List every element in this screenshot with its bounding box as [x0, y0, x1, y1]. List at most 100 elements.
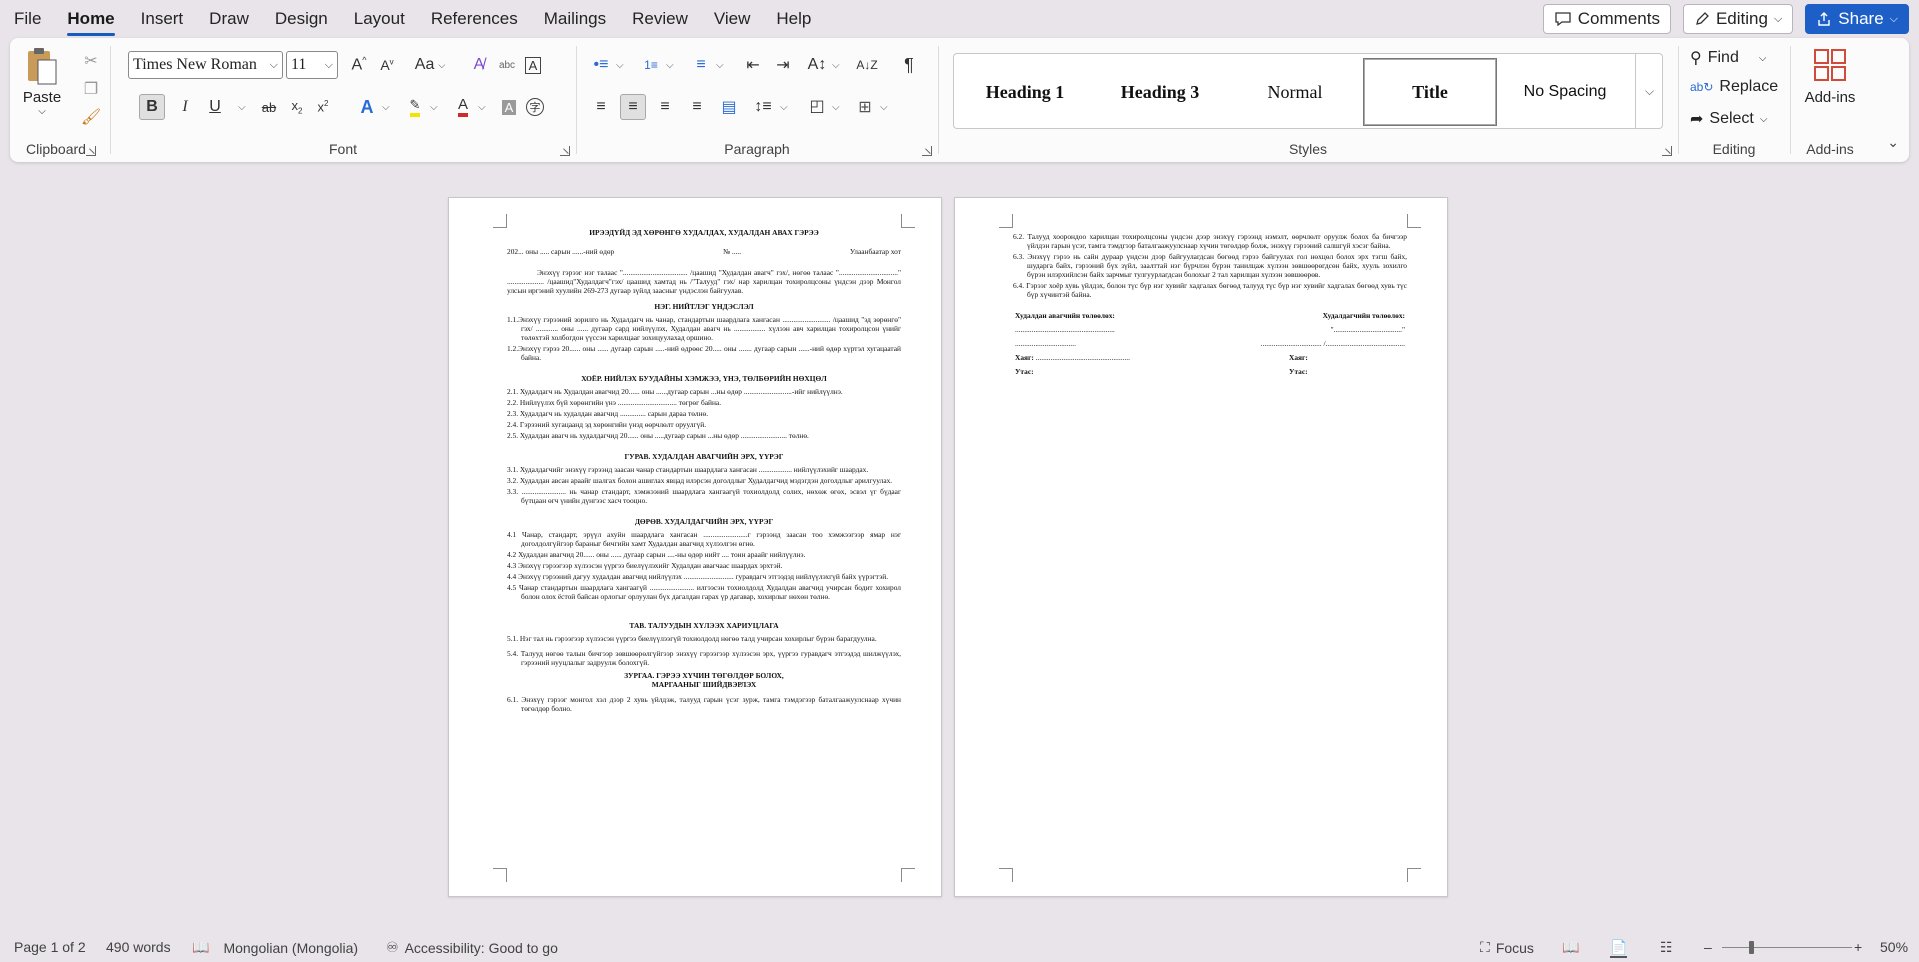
clause-5-4: 5.4. Талууд нөгөө талын бичгээр зөвшөөрө… [507, 649, 901, 667]
show-formatting-button[interactable]: ¶ [896, 52, 922, 78]
zoom-level[interactable]: 50% [1880, 939, 1908, 955]
comments-button[interactable]: Comments [1542, 4, 1671, 34]
cut-button[interactable]: ✂ [78, 48, 104, 74]
subscript-button[interactable]: x2 [284, 94, 310, 120]
menu-home[interactable]: Home [67, 0, 115, 38]
align-left-button[interactable]: ≡ [588, 94, 614, 120]
multilevel-list-button[interactable]: ≡ [688, 52, 714, 78]
borders-button[interactable]: ⊞ [852, 94, 878, 120]
web-layout-button[interactable]: ☷ [1660, 939, 1673, 956]
word-count-status[interactable]: 490 words [106, 939, 171, 955]
styles-gallery-more-button[interactable]: ⌵ [1635, 53, 1663, 129]
clear-formatting-button[interactable]: A̸ [466, 52, 492, 78]
chevron-down-icon[interactable]: ⌵ [780, 102, 788, 113]
numbering-button[interactable]: 1≡ [638, 52, 664, 78]
align-right-button[interactable]: ≡ [652, 94, 678, 120]
paste-button[interactable]: Paste ⌵ [20, 46, 64, 126]
bullets-button[interactable]: •≡ [588, 52, 614, 78]
font-dialog-launcher-icon[interactable] [560, 146, 570, 156]
strikethrough-button[interactable]: ab [256, 94, 282, 120]
style-normal[interactable]: Normal [1228, 58, 1362, 126]
style-no-spacing[interactable]: No Spacing [1498, 58, 1632, 126]
style-heading-3[interactable]: Heading 3 [1093, 58, 1227, 126]
menu-insert[interactable]: Insert [141, 0, 184, 38]
justify-button[interactable]: ≡ [684, 94, 710, 120]
change-case-button[interactable]: Aa ⌵ [410, 52, 450, 78]
phonetic-guide-button[interactable]: abc [494, 52, 520, 78]
italic-button[interactable]: I [172, 94, 198, 120]
share-button[interactable]: Share ⌵ [1805, 4, 1909, 34]
superscript-button[interactable]: x2 [310, 94, 336, 120]
replace-button[interactable]: ab↻ Replace [1690, 78, 1778, 96]
chevron-down-icon[interactable]: ⌵ [238, 102, 246, 113]
distributed-button[interactable]: ▤ [716, 94, 742, 120]
grow-font-button[interactable]: A^ [346, 52, 372, 78]
copy-button[interactable]: ❐ [78, 76, 104, 102]
focus-button[interactable]: ⛶ Focus [1480, 939, 1534, 956]
editing-mode-button[interactable]: Editing ⌵ [1682, 4, 1794, 34]
highlight-button[interactable]: ✎ [402, 94, 428, 120]
decrease-indent-button[interactable]: ⇤ [740, 52, 766, 78]
line-spacing-button[interactable]: ↕≡ [750, 94, 776, 120]
menu-references[interactable]: References [431, 0, 518, 38]
menu-review[interactable]: Review [632, 0, 688, 38]
menu-file[interactable]: File [14, 0, 41, 38]
addins-button[interactable]: Add-ins [1796, 48, 1864, 106]
read-mode-button[interactable]: 📖 [1562, 939, 1579, 956]
chevron-down-icon[interactable]: ⌵ [832, 102, 840, 113]
zoom-slider-track[interactable] [1722, 947, 1852, 948]
font-name-combo[interactable]: Times New Roman ⌵ [128, 51, 283, 79]
language-status[interactable]: 📖 Mongolian (Mongolia) [192, 939, 358, 956]
bold-button[interactable]: B [139, 94, 165, 120]
chevron-down-icon[interactable]: ⌵ [382, 102, 390, 113]
select-button[interactable]: ➦ Select ⌵ [1690, 109, 1767, 129]
menu-view[interactable]: View [714, 0, 751, 38]
font-size-combo[interactable]: 11 ⌵ [286, 51, 338, 79]
find-button[interactable]: ⚲ Find ⌵ [1690, 48, 1766, 68]
menu-mailings[interactable]: Mailings [544, 0, 606, 38]
text-direction-button[interactable]: A↕ [804, 52, 830, 78]
scissors-icon: ✂ [84, 53, 98, 70]
shrink-font-button[interactable]: Av [374, 52, 400, 78]
character-border-button[interactable]: A [520, 52, 546, 78]
print-layout-button[interactable]: 📄 [1610, 939, 1628, 958]
clipboard-dialog-launcher-icon[interactable] [86, 146, 96, 156]
increase-indent-button[interactable]: ⇥ [770, 52, 796, 78]
underline-button[interactable]: U [202, 94, 228, 120]
menu-layout[interactable]: Layout [354, 0, 405, 38]
zoom-out-button[interactable]: – [1704, 939, 1712, 955]
text-effects-button[interactable]: A [354, 94, 380, 120]
page-count-status[interactable]: Page 1 of 2 [14, 939, 86, 955]
paragraph-dialog-launcher-icon[interactable] [922, 146, 932, 156]
menu-draw[interactable]: Draw [209, 0, 249, 38]
seller-address-label: Хаяг: [1289, 353, 1308, 362]
character-shading-button[interactable]: A [496, 94, 522, 120]
share-label: Share [1838, 9, 1884, 28]
chevron-down-icon[interactable]: ⌵ [832, 60, 840, 71]
document-page-1[interactable]: ИРЭЭДҮЙД ЭД ХӨРӨНГӨ ХУДАЛДАХ, ХУДАЛДАН А… [448, 197, 942, 897]
chevron-down-icon[interactable]: ⌵ [666, 60, 674, 71]
font-color-button[interactable]: A [450, 94, 476, 120]
ribbon-collapse-button[interactable]: ⌄ [1887, 134, 1899, 151]
enclose-characters-button[interactable]: 字 [522, 94, 548, 120]
format-painter-button[interactable]: 🖌 [78, 104, 104, 130]
shading-button[interactable]: ◰ [804, 94, 830, 120]
align-center-button[interactable]: ≡ [620, 94, 646, 120]
style-title[interactable]: Title [1363, 58, 1497, 126]
zoom-in-button[interactable]: + [1854, 939, 1862, 955]
chevron-down-icon[interactable]: ⌵ [880, 102, 888, 113]
multilevel-list-icon: ≡ [696, 56, 706, 73]
sort-button[interactable]: A↓Z [854, 52, 880, 78]
styles-group-label: Styles [1288, 141, 1328, 157]
styles-dialog-launcher-icon[interactable] [1662, 146, 1672, 156]
menu-design[interactable]: Design [275, 0, 328, 38]
chevron-down-icon[interactable]: ⌵ [716, 60, 724, 71]
chevron-down-icon[interactable]: ⌵ [478, 102, 486, 113]
chevron-down-icon[interactable]: ⌵ [616, 60, 624, 71]
chevron-down-icon[interactable]: ⌵ [430, 102, 438, 113]
document-page-2[interactable]: 6.2. Талууд хоорондоо харилцан тохиролцс… [954, 197, 1448, 897]
menu-help[interactable]: Help [776, 0, 811, 38]
accessibility-status[interactable]: ♾ Accessibility: Good to go [386, 939, 558, 956]
zoom-slider-thumb[interactable] [1749, 941, 1754, 954]
style-heading-1[interactable]: Heading 1 [958, 58, 1092, 126]
